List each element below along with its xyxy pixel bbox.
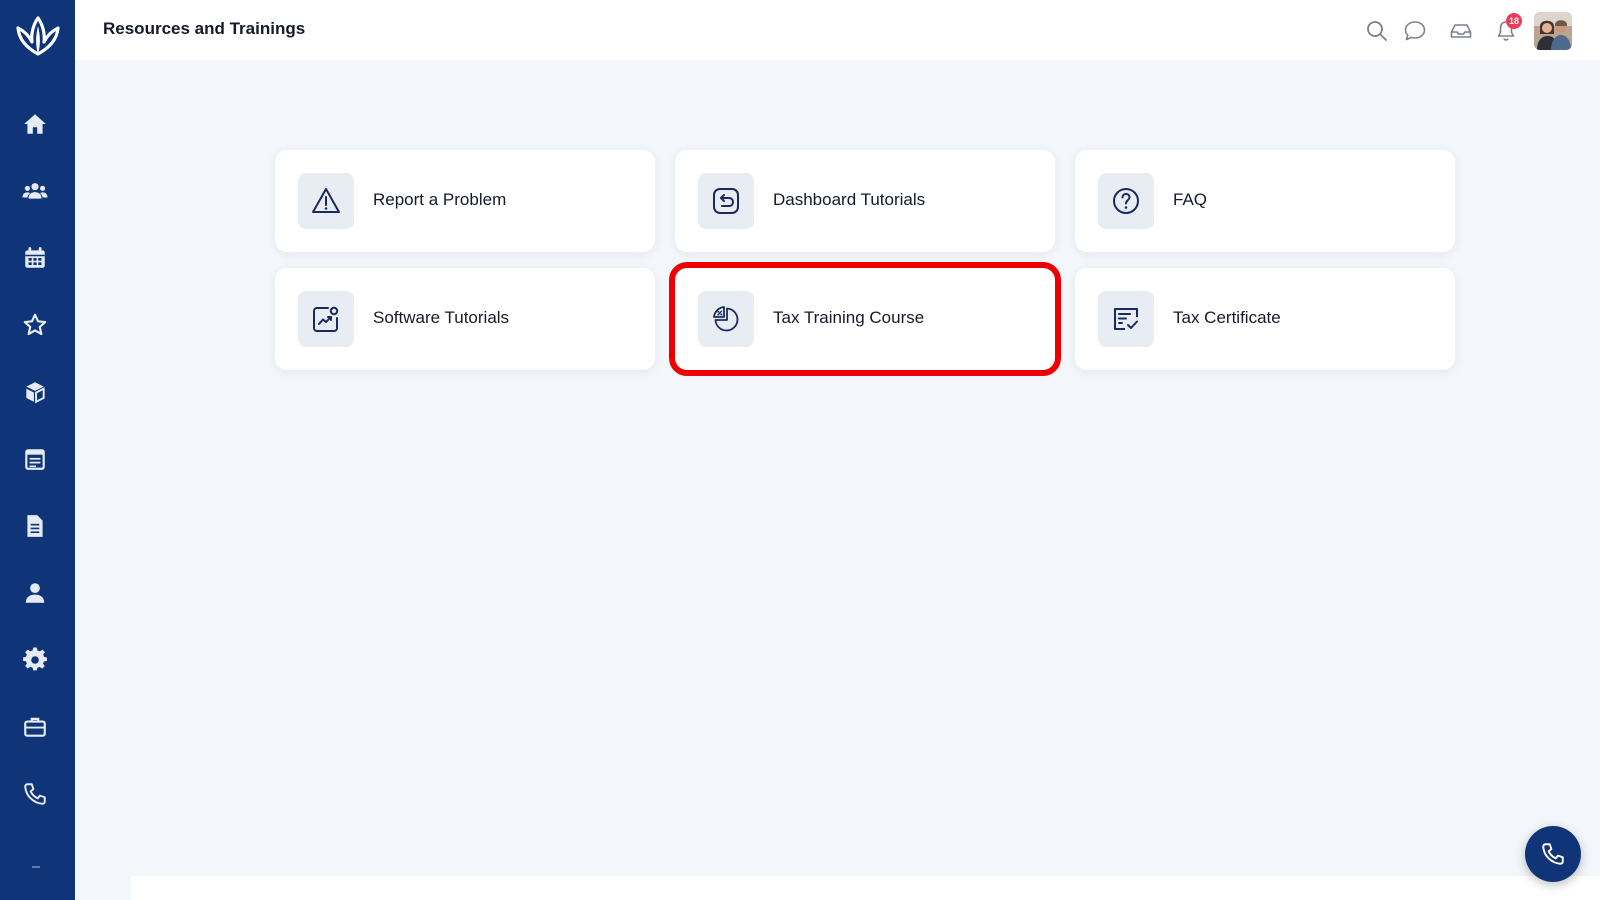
- card-label: Dashboard Tutorials: [773, 190, 926, 209]
- certificate-icon: [1114, 308, 1138, 330]
- sidebar-item-settings[interactable]: [19, 644, 51, 676]
- search-icon: [1367, 21, 1387, 41]
- phone-icon: [24, 783, 46, 805]
- sidebar-item-jobs[interactable]: [19, 711, 51, 743]
- call-button[interactable]: [1525, 826, 1581, 882]
- card-software-tutorials[interactable]: Software Tutorials: [275, 268, 655, 370]
- card-faq[interactable]: FAQ: [1075, 150, 1455, 252]
- card-tax-training-course[interactable]: Tax Training Course: [669, 262, 1061, 376]
- search-button[interactable]: [1364, 18, 1390, 44]
- footer-strip: [131, 876, 1600, 900]
- percent-pie-icon: [713, 306, 739, 332]
- calendar-icon: [25, 247, 45, 268]
- card-label: Tax Certificate: [1173, 308, 1281, 327]
- briefcase-icon: [24, 717, 46, 737]
- user-avatar[interactable]: [1534, 12, 1572, 50]
- sidebar-item-contact[interactable]: [19, 778, 51, 810]
- star-icon: [23, 313, 47, 336]
- user-icon: [25, 583, 45, 603]
- phone-icon: [1542, 843, 1564, 865]
- messages-button[interactable]: [1402, 18, 1428, 44]
- sidebar-item-schedule[interactable]: [19, 443, 51, 475]
- schedule-icon: [25, 449, 45, 470]
- sidebar-item-profile[interactable]: [19, 577, 51, 609]
- return-icon: [713, 188, 739, 214]
- inbox-icon: [1450, 24, 1472, 38]
- inbox-button[interactable]: [1448, 18, 1474, 44]
- sidebar-item-documents[interactable]: [19, 510, 51, 542]
- sidebar-scroll-indicator: [32, 866, 40, 868]
- gear-icon: [23, 647, 47, 671]
- page-title: Resources and Trainings: [103, 19, 306, 38]
- card-dashboard-tutorials[interactable]: Dashboard Tutorials: [675, 150, 1055, 252]
- box-icon: [26, 382, 45, 404]
- warning-icon: [312, 188, 340, 213]
- sidebar-item-packages[interactable]: [19, 376, 51, 408]
- card-label: FAQ: [1173, 190, 1208, 209]
- card-label: Software Tutorials: [373, 308, 510, 327]
- card-report-a-problem[interactable]: Report a Problem: [275, 150, 655, 252]
- chart-user-icon: [313, 306, 339, 332]
- card-label: Report a Problem: [373, 190, 507, 209]
- sidebar-item-favorites[interactable]: [19, 309, 51, 341]
- brand-logo[interactable]: [13, 14, 63, 60]
- card-tax-certificate[interactable]: Tax Certificate: [1075, 268, 1455, 370]
- sidebar-item-home[interactable]: [19, 108, 51, 140]
- sidebar: [0, 0, 75, 900]
- card-label: Tax Training Course: [773, 308, 925, 327]
- question-icon: [1113, 188, 1139, 214]
- document-icon: [27, 515, 43, 537]
- sidebar-item-calendar[interactable]: [19, 242, 51, 274]
- users-icon: [22, 183, 48, 199]
- sidebar-item-users[interactable]: [19, 175, 51, 207]
- notification-count-badge: 18: [1506, 13, 1522, 29]
- home-icon: [24, 114, 46, 134]
- chat-bubble-icon: [1404, 21, 1426, 41]
